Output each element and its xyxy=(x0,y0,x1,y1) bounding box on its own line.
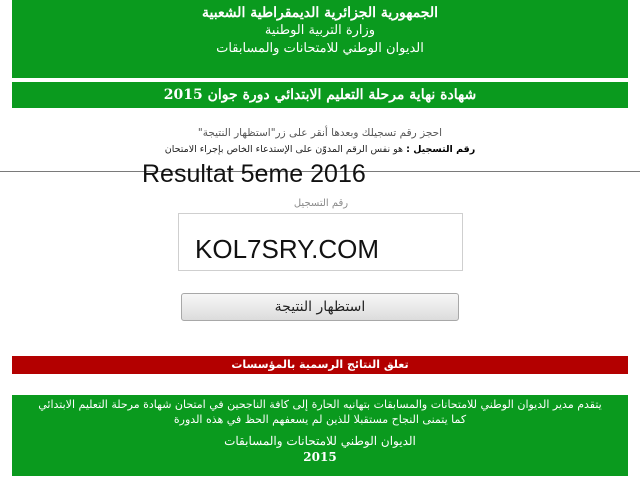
show-result-button[interactable]: استظهار النتيجة xyxy=(181,293,459,321)
header-republic: الجمهورية الجزائرية الديمقراطية الشعبية xyxy=(201,5,438,21)
registration-note-label: رقم التسجيل : xyxy=(406,144,476,155)
registration-field-label: رقم التسجيل xyxy=(293,198,349,209)
instruction-text: احجز رقم تسجيلك وبعدها أنقر على زر"استظه… xyxy=(197,127,443,139)
header-banner: الجمهورية الجزائرية الديمقراطية الشعبية … xyxy=(12,0,628,78)
results-notice-bar: تعلق النتائج الرسمية بالمؤسسات xyxy=(12,356,628,374)
exam-title-bar: شهادة نهاية مرحلة التعليم الابتدائي دورة… xyxy=(12,82,628,108)
footer-congratulations: يتقدم مدير الديوان الوطني للامتحانات وال… xyxy=(38,398,602,411)
header-office: الديوان الوطني للامتحانات والمسابقات xyxy=(216,41,424,56)
overlay-title: Resultat 5eme 2016 xyxy=(142,160,366,188)
footer-office: الديوان الوطني للامتحانات والمسابقات xyxy=(224,434,416,448)
header-ministry: وزارة التربية الوطنية xyxy=(264,23,376,38)
registration-number-input[interactable] xyxy=(178,213,463,271)
registration-note-text: هو نفس الرقم المدوّن على الإستدعاء الخاص… xyxy=(164,144,404,155)
footer-year: 2015 xyxy=(303,450,337,464)
footer-wishes: كما يتمنى النجاح مستقبلا للذين لم يسعفهم… xyxy=(173,413,467,426)
registration-note: رقم التسجيل : هو نفس الرقم المدوّن على ا… xyxy=(12,144,628,156)
footer-banner: يتقدم مدير الديوان الوطني للامتحانات وال… xyxy=(12,395,628,476)
